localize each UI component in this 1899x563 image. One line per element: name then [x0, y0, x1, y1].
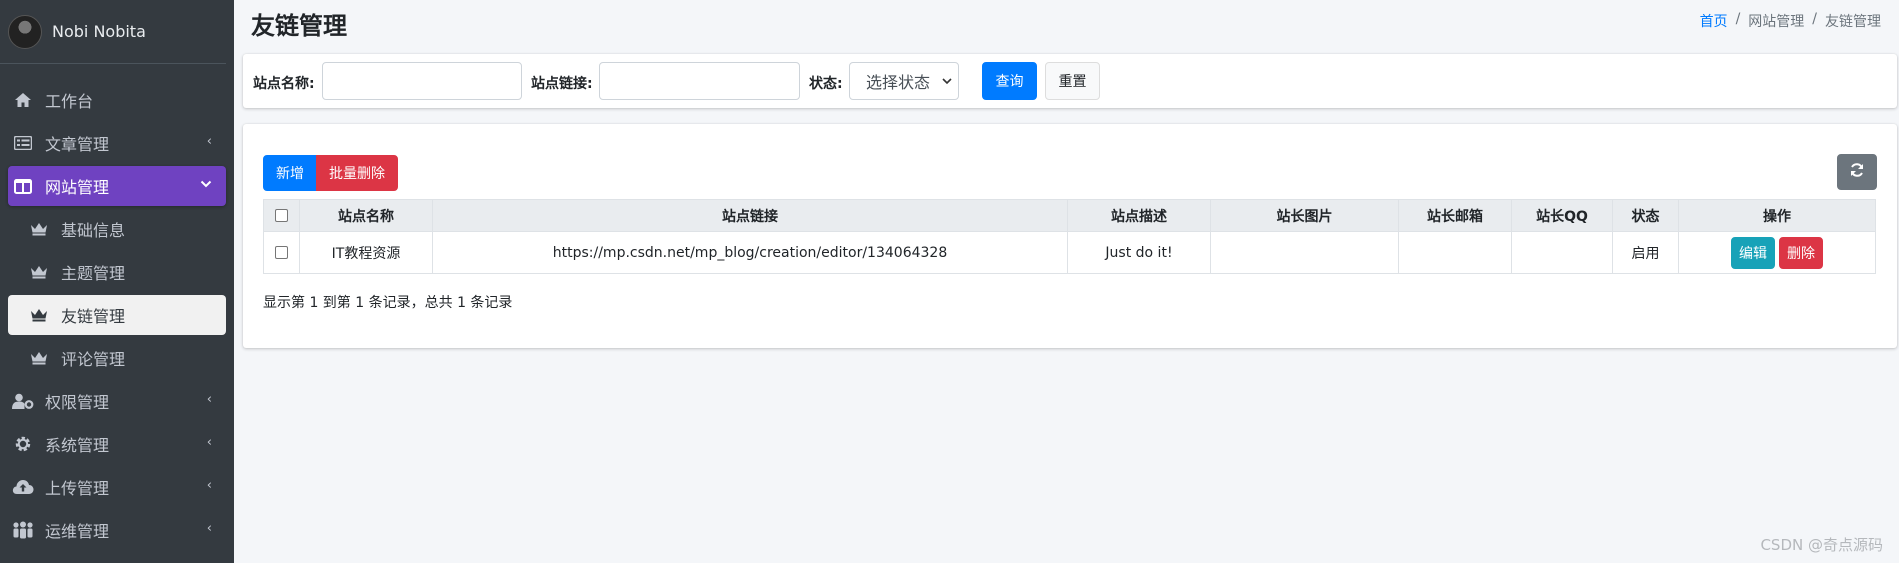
- home-icon: [12, 90, 34, 110]
- gear-icon: [12, 434, 34, 454]
- chevron-left-icon: ‹: [206, 478, 212, 493]
- chevron-left-icon: ‹: [206, 134, 212, 149]
- status-label: 状态:: [809, 76, 843, 92]
- refresh-icon: [1849, 162, 1865, 182]
- column-header[interactable]: 站点描述: [1067, 199, 1211, 232]
- cloud-upload-icon: [12, 477, 34, 497]
- sidebar-item-label: 系统管理: [45, 436, 110, 455]
- site-url-label: 站点链接:: [531, 76, 593, 92]
- chevron-left-icon: ‹: [206, 435, 212, 450]
- crown-icon: [28, 219, 50, 239]
- edit-button[interactable]: 编辑: [1731, 236, 1775, 269]
- add-button[interactable]: 新增: [263, 155, 317, 191]
- sidebar: Nobi Nobita 工作台 文章管理 ‹ 网站管理 基础信息 主题管理 友链…: [0, 0, 234, 563]
- sidebar-item-label: 运维管理: [45, 522, 110, 541]
- row-select-cell: [263, 231, 300, 274]
- list-icon: [12, 133, 34, 153]
- site-url-input[interactable]: [599, 62, 800, 100]
- query-button[interactable]: 查询: [982, 62, 1037, 100]
- sidebar-item-dashboard[interactable]: 工作台: [8, 80, 226, 120]
- chevron-left-icon: ‹: [206, 521, 212, 536]
- site-desc-cell: Just do it!: [1067, 231, 1211, 274]
- sidebar-item-articles[interactable]: 文章管理 ‹: [8, 123, 226, 163]
- sidebar-item-friend-links[interactable]: 友链管理: [8, 295, 226, 335]
- breadcrumb-separator: /: [1812, 11, 1817, 27]
- status-select[interactable]: 选择状态: [849, 62, 959, 100]
- breadcrumb-separator: /: [1735, 11, 1741, 27]
- table-header-row: 站点名称 站点链接 站点描述 站长图片 站长邮箱 站长QQ 状态 操作: [263, 199, 1876, 232]
- sidebar-item-permissions[interactable]: 权限管理 ‹: [8, 381, 226, 421]
- column-header[interactable]: 站长QQ: [1511, 199, 1613, 232]
- sidebar-item-comments[interactable]: 评论管理: [8, 338, 226, 378]
- crown-icon: [28, 348, 50, 368]
- owner-email-cell: [1398, 231, 1512, 274]
- avatar: [8, 14, 42, 49]
- sidebar-item-system[interactable]: 系统管理 ‹: [8, 424, 226, 464]
- website-submenu: 基础信息 主题管理 友链管理 评论管理: [0, 209, 234, 378]
- refresh-button[interactable]: [1837, 154, 1877, 190]
- watermark: CSDN @奇点源码: [1760, 536, 1883, 554]
- filter-card: 站点名称: 站点链接: 状态: 选择状态 查询 重置: [243, 54, 1897, 108]
- columns-icon: [12, 176, 34, 196]
- crown-icon: [28, 262, 50, 282]
- delete-button[interactable]: 删除: [1779, 236, 1823, 269]
- site-name-input[interactable]: [322, 62, 522, 100]
- sidebar-item-label: 权限管理: [45, 393, 110, 412]
- pagination-summary: 显示第 1 到第 1 条记录，总共 1 条记录: [263, 295, 513, 311]
- actions-cell: 编辑 删除: [1678, 231, 1876, 274]
- select-all-cell: [263, 199, 300, 232]
- sidebar-item-label: 文章管理: [45, 135, 110, 154]
- status-cell: 启用: [1612, 231, 1679, 274]
- site-url-cell: https://mp.csdn.net/mp_blog/creation/edi…: [432, 231, 1068, 274]
- column-header[interactable]: 站长邮箱: [1398, 199, 1512, 232]
- user-panel[interactable]: Nobi Nobita: [0, 0, 226, 64]
- user-name: Nobi Nobita: [52, 22, 146, 41]
- breadcrumb: 首页 / 网站管理 / 友链管理: [1700, 11, 1881, 31]
- column-header[interactable]: 站点名称: [299, 199, 433, 232]
- sidebar-item-website[interactable]: 网站管理: [8, 166, 226, 206]
- row-checkbox[interactable]: [275, 246, 288, 259]
- sidebar-menu: 工作台 文章管理 ‹ 网站管理 基础信息 主题管理 友链管理 评论管理 权限管理…: [0, 80, 234, 550]
- chevron-left-icon: ‹: [206, 392, 212, 407]
- friend-links-table: 站点名称 站点链接 站点描述 站长图片 站长邮箱 站长QQ 状态 操作 IT教程…: [263, 199, 1876, 274]
- reset-button[interactable]: 重置: [1045, 62, 1100, 100]
- site-name-label: 站点名称:: [253, 76, 315, 92]
- sidebar-item-theme[interactable]: 主题管理: [8, 252, 226, 292]
- users-icon: [12, 520, 34, 540]
- breadcrumb-current: 友链管理: [1825, 14, 1881, 30]
- page-title: 友链管理: [251, 12, 347, 40]
- chevron-down-icon: [200, 177, 212, 192]
- column-header[interactable]: 状态: [1612, 199, 1679, 232]
- select-all-checkbox[interactable]: [275, 209, 288, 222]
- sidebar-item-upload[interactable]: 上传管理 ‹: [8, 467, 226, 507]
- sidebar-item-label: 网站管理: [45, 178, 110, 197]
- user-cog-icon: [12, 391, 34, 411]
- sidebar-item-ops[interactable]: 运维管理 ‹: [8, 510, 226, 550]
- batch-delete-button[interactable]: 批量删除: [316, 155, 398, 191]
- column-header: 操作: [1678, 199, 1876, 232]
- table-row: IT教程资源 https://mp.csdn.net/mp_blog/creat…: [263, 231, 1876, 274]
- owner-image-cell: [1210, 231, 1399, 274]
- sidebar-item-label: 评论管理: [61, 350, 126, 369]
- site-name-cell: IT教程资源: [299, 231, 433, 274]
- sidebar-item-label: 上传管理: [45, 479, 110, 498]
- owner-qq-cell: [1511, 231, 1613, 274]
- sidebar-item-label: 友链管理: [61, 307, 126, 326]
- sidebar-item-label: 工作台: [45, 92, 94, 111]
- column-header[interactable]: 站长图片: [1210, 199, 1399, 232]
- crown-icon: [28, 305, 50, 325]
- sidebar-item-label: 基础信息: [61, 221, 126, 240]
- sidebar-item-basic-info[interactable]: 基础信息: [8, 209, 226, 249]
- breadcrumb-home-link[interactable]: 首页: [1700, 11, 1728, 31]
- status-select-value: 选择状态: [866, 73, 931, 92]
- breadcrumb-parent: 网站管理: [1748, 14, 1805, 30]
- sidebar-item-label: 主题管理: [61, 264, 126, 283]
- column-header[interactable]: 站点链接: [432, 199, 1068, 232]
- table-card: 新增 批量删除 站点名称 站点链接 站点描述 站长图片 站长邮箱 站长QQ 状态…: [243, 124, 1897, 348]
- chevron-down-icon: [942, 74, 952, 88]
